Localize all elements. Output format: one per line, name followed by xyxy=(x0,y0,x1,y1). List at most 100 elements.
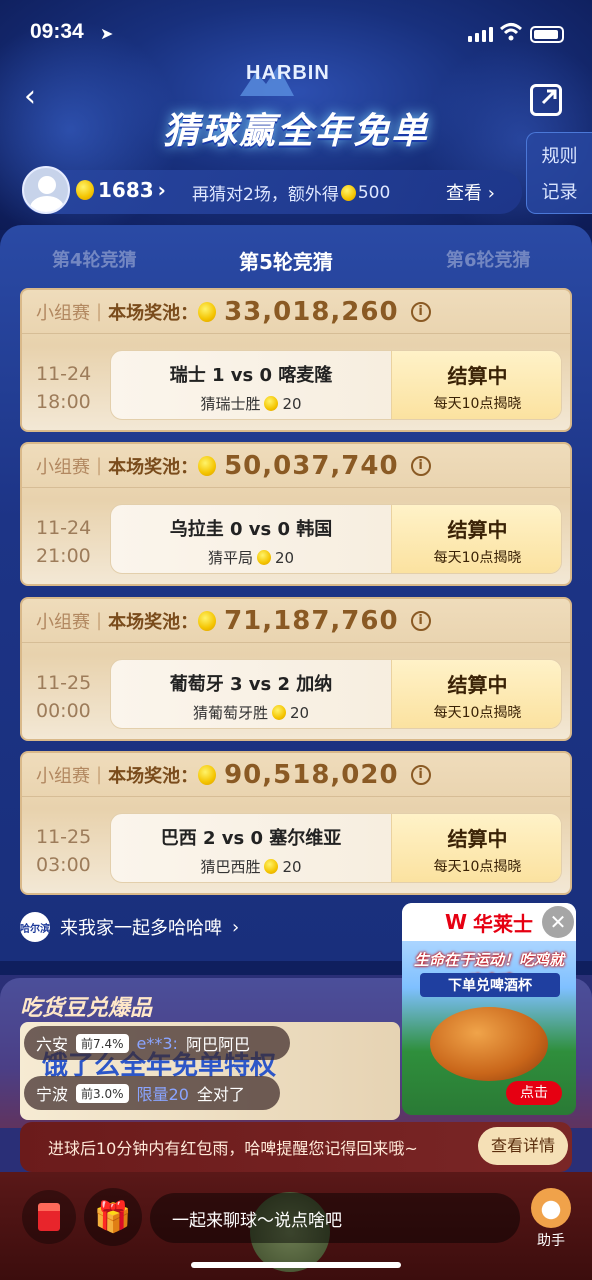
tab-round-5[interactable]: 第5轮竞猜 xyxy=(239,246,333,275)
match-pick: 猜巴西胜 20 xyxy=(111,856,391,877)
coin-icon xyxy=(198,301,217,322)
assistant-label: 助手 xyxy=(537,1233,565,1249)
reveal-note: 每天10点揭晓 xyxy=(433,396,522,412)
match-date: 11-25 xyxy=(36,672,92,694)
stage-label: 小组赛 xyxy=(36,456,90,478)
match-datetime: 11-25 00:00 xyxy=(36,669,91,725)
rules-records-tab[interactable]: 规则 记录 xyxy=(526,132,592,214)
pool-label: 本场奖池： xyxy=(108,302,199,324)
page-title: 猜球赢全年免单 xyxy=(162,111,429,152)
coin-icon xyxy=(198,610,217,631)
match-pick: 猜瑞士胜 20 xyxy=(111,393,391,414)
gift-button[interactable]: 🎁 xyxy=(84,1188,142,1246)
divider: | xyxy=(96,610,103,631)
notice-text: 进球后10分钟内有红包雨，哈啤提醒您记得回来哦~ xyxy=(48,1139,418,1158)
coin-icon xyxy=(264,859,279,874)
brand-w-icon: W xyxy=(444,910,468,934)
settle-status: 结算中 xyxy=(447,827,508,851)
match-card: 小组赛 | 本场奖池： 50,037,740 i 11-24 21:00 乌拉圭… xyxy=(20,442,572,586)
avatar[interactable] xyxy=(22,166,70,214)
match-card: 小组赛 | 本场奖池： 71,187,760 i 11-25 00:00 葡萄牙… xyxy=(20,597,572,741)
pick-stake: 20 xyxy=(274,548,295,567)
match-time: 03:00 xyxy=(36,854,91,876)
reveal-note: 每天10点揭晓 xyxy=(433,705,522,721)
reveal-note: 每天10点揭晓 xyxy=(433,859,522,875)
location-icon: ➤ xyxy=(100,26,114,43)
brand-link-text: 来我家一起多哈哈啤 xyxy=(60,918,222,939)
match-box[interactable]: 瑞士 1 vs 0 喀麦隆 猜瑞士胜 20 结算中 每天10点揭晓 xyxy=(110,350,562,420)
pick-label: 猜葡萄牙胜 xyxy=(192,704,268,722)
divider: | xyxy=(96,455,103,476)
red-packet-button[interactable] xyxy=(22,1190,76,1244)
ticker-city: 六安 xyxy=(36,1035,69,1054)
back-button[interactable]: ‹ xyxy=(24,82,54,112)
rules-link[interactable]: 规则 xyxy=(542,142,578,168)
card-header: 小组赛 | 本场奖池： 90,518,020 i xyxy=(22,753,570,797)
pick-label: 猜瑞士胜 xyxy=(200,395,261,413)
match-time: 00:00 xyxy=(36,700,91,722)
brand-home-link[interactable]: 哈尔滨 来我家一起多哈哈啤 › xyxy=(20,912,239,942)
live-ticker: 六安 前7.4% e**3: 阿巴阿巴 xyxy=(24,1026,290,1060)
match-datetime: 11-24 18:00 xyxy=(36,360,91,416)
status-time: 09:34 xyxy=(30,20,84,43)
match-teams: 葡萄牙 3 vs 2 加纳 xyxy=(169,674,333,695)
view-details-button[interactable]: 查看详情 xyxy=(478,1127,568,1165)
divider: | xyxy=(96,301,103,322)
match-card: 小组赛 | 本场奖池： 90,518,020 i 11-25 03:00 巴西 … xyxy=(20,751,572,895)
ticker-rank-badge: 前3.0% xyxy=(76,1083,129,1103)
pool-amount: 71,187,760 xyxy=(224,605,399,636)
battery-icon xyxy=(530,26,564,43)
pick-label: 猜巴西胜 xyxy=(200,858,261,876)
foodie-title: 吃货豆兑爆品 xyxy=(20,996,153,1021)
card-header: 小组赛 | 本场奖池： 71,187,760 i xyxy=(22,599,570,643)
match-datetime: 11-24 21:00 xyxy=(36,514,91,570)
pick-stake: 20 xyxy=(289,703,310,722)
brand-logo-text: HARBIN xyxy=(246,62,330,84)
ticker-user: e**3: xyxy=(136,1033,178,1053)
info-icon[interactable]: i xyxy=(410,301,431,322)
info-icon[interactable]: i xyxy=(410,764,431,785)
share-button[interactable] xyxy=(530,84,562,116)
ad-click-button[interactable]: 点击 xyxy=(506,1081,562,1105)
pool-label: 本场奖池： xyxy=(108,765,199,787)
match-pick: 猜葡萄牙胜 20 xyxy=(111,702,391,723)
chevron-right-icon: › xyxy=(157,178,166,202)
ticker-message: 全对了 xyxy=(196,1085,245,1104)
reveal-note: 每天10点揭晓 xyxy=(433,550,522,566)
info-icon[interactable]: i xyxy=(410,455,431,476)
coin-balance[interactable]: 1683 › xyxy=(76,178,166,202)
records-link[interactable]: 记录 xyxy=(542,178,578,204)
match-teams: 巴西 2 vs 0 塞尔维亚 xyxy=(160,828,342,849)
card-header: 小组赛 | 本场奖池： 50,037,740 i xyxy=(22,444,570,488)
tab-round-4[interactable]: 第4轮竞猜 xyxy=(52,246,137,272)
ticker-user: 限量20 xyxy=(136,1085,189,1104)
match-teams: 乌拉圭 0 vs 0 韩国 xyxy=(169,519,333,540)
ad-brand-text: 华莱士 xyxy=(473,911,534,936)
match-box[interactable]: 乌拉圭 0 vs 0 韩国 猜平局 20 结算中 每天10点揭晓 xyxy=(110,504,562,574)
coin-icon xyxy=(340,184,356,201)
close-icon[interactable]: ✕ xyxy=(542,906,574,938)
pool-amount: 50,037,740 xyxy=(224,450,399,481)
match-box[interactable]: 葡萄牙 3 vs 2 加纳 猜葡萄牙胜 20 结算中 每天10点揭晓 xyxy=(110,659,562,729)
view-link[interactable]: 查看 › xyxy=(446,179,495,205)
pick-label: 猜平局 xyxy=(207,549,253,567)
assistant-mascot-icon xyxy=(531,1188,571,1228)
coin-icon xyxy=(264,396,279,411)
promo-coins: 500 xyxy=(357,182,391,203)
coin-icon xyxy=(76,180,94,200)
settle-status: 结算中 xyxy=(447,364,508,388)
tab-round-6[interactable]: 第6轮竞猜 xyxy=(446,246,531,272)
info-icon[interactable]: i xyxy=(410,610,431,631)
roast-chicken-image xyxy=(430,1007,548,1081)
red-envelope-icon xyxy=(38,1203,60,1231)
gift-icon: 🎁 xyxy=(94,1199,132,1235)
assistant-button[interactable]: 助手 xyxy=(530,1188,572,1250)
stage-label: 小组赛 xyxy=(36,611,90,633)
match-date: 11-24 xyxy=(36,517,92,539)
chat-input[interactable]: 一起来聊球～说点啥吧 xyxy=(150,1193,520,1243)
match-box[interactable]: 巴西 2 vs 0 塞尔维亚 猜巴西胜 20 结算中 每天10点揭晓 xyxy=(110,813,562,883)
card-header: 小组赛 | 本场奖池： 33,018,260 i xyxy=(22,290,570,334)
pick-stake: 20 xyxy=(282,394,302,413)
live-ticker: 宁波 前3.0% 限量20 全对了 xyxy=(24,1076,280,1110)
ticker-rank-badge: 前7.4% xyxy=(76,1033,129,1053)
